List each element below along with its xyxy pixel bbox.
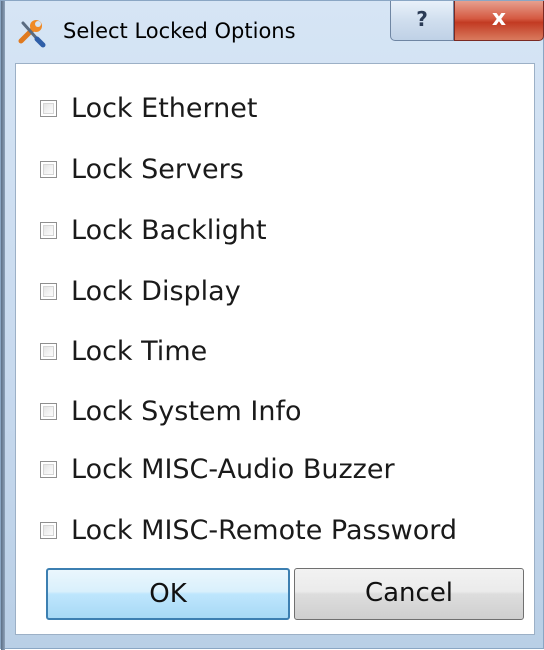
close-button[interactable]: x	[454, 1, 544, 41]
option-lock-time[interactable]: Lock Time	[40, 331, 207, 371]
checkbox[interactable]	[40, 221, 57, 239]
help-button[interactable]: ?	[390, 1, 454, 41]
title-bar[interactable]: Select Locked Options ? x	[5, 1, 544, 63]
option-lock-display[interactable]: Lock Display	[40, 271, 241, 311]
checkbox[interactable]	[40, 160, 57, 178]
checkbox[interactable]	[40, 402, 57, 420]
option-label: Lock MISC-Remote Password	[71, 514, 458, 546]
option-lock-ethernet[interactable]: Lock Ethernet	[40, 88, 257, 128]
dialog-body: Lock Ethernet Lock Servers Lock Backligh…	[15, 63, 535, 635]
option-label: Lock Servers	[71, 153, 244, 185]
ok-button-label: OK	[149, 579, 187, 609]
option-label: Lock Display	[71, 275, 241, 307]
close-icon: x	[491, 6, 507, 31]
option-lock-misc-remote-password[interactable]: Lock MISC-Remote Password	[40, 510, 457, 550]
checkbox[interactable]	[40, 99, 57, 117]
option-label: Lock Backlight	[71, 214, 267, 246]
option-lock-backlight[interactable]: Lock Backlight	[40, 210, 267, 250]
option-lock-servers[interactable]: Lock Servers	[40, 149, 244, 189]
checkbox[interactable]	[40, 460, 57, 478]
option-label: Lock Ethernet	[71, 92, 258, 124]
checkbox[interactable]	[40, 342, 57, 360]
cancel-button[interactable]: Cancel	[294, 568, 524, 620]
window-title: Select Locked Options	[63, 19, 296, 43]
window-edge	[1, 1, 5, 650]
option-label: Lock System Info	[71, 395, 302, 427]
checkbox[interactable]	[40, 282, 57, 300]
tools-icon	[18, 20, 46, 48]
option-label: Lock Time	[71, 335, 208, 367]
ok-button[interactable]: OK	[46, 568, 290, 620]
cancel-button-label: Cancel	[364, 578, 454, 608]
option-label: Lock MISC-Audio Buzzer	[71, 453, 395, 485]
help-icon: ?	[416, 7, 428, 31]
option-lock-misc-audio-buzzer[interactable]: Lock MISC-Audio Buzzer	[40, 449, 395, 489]
option-lock-system-info[interactable]: Lock System Info	[40, 391, 302, 431]
dialog-window: Select Locked Options ? x Lock Ethernet …	[0, 0, 544, 650]
checkbox[interactable]	[40, 521, 57, 539]
